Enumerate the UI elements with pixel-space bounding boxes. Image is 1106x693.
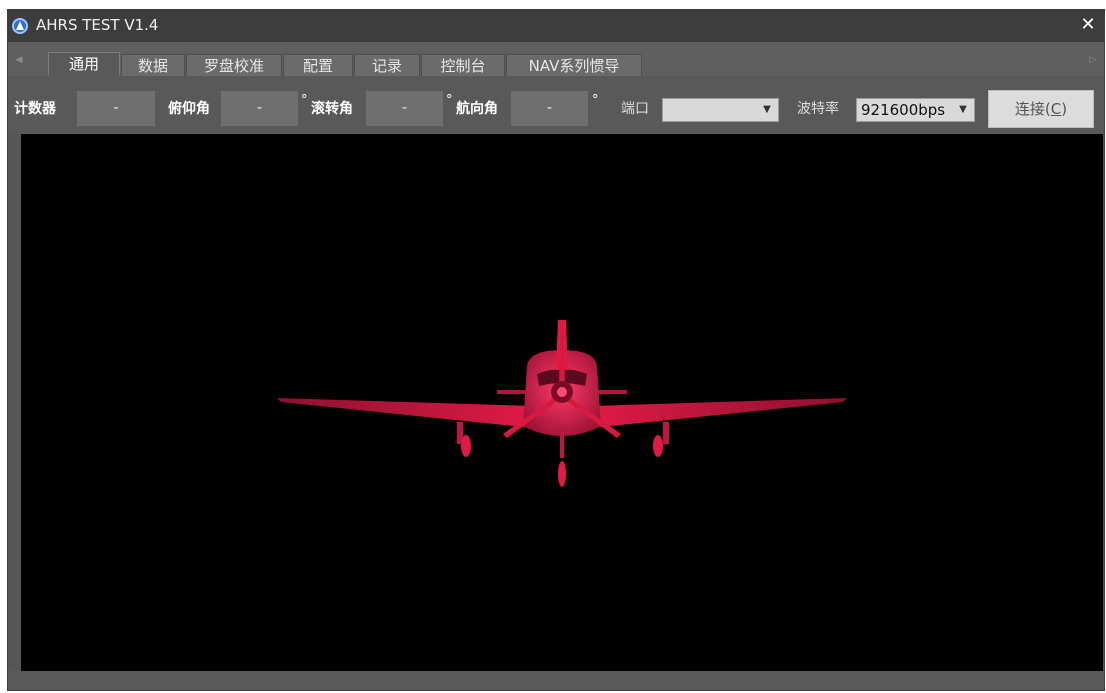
tab-scroll-left-icon[interactable]: ◀ <box>14 53 24 67</box>
connect-button[interactable]: 连接(C) <box>988 90 1094 128</box>
heading-label: 航向角 <box>456 101 498 117</box>
heading-value: - <box>511 91 588 126</box>
roll-label: 滚转角 <box>311 101 353 117</box>
close-icon[interactable]: ✕ <box>1078 13 1098 37</box>
3d-attitude-viewport[interactable] <box>21 134 1103 671</box>
roll-degree-unit: ° <box>446 93 453 108</box>
baud-label: 波特率 <box>797 101 839 117</box>
baud-select[interactable]: 921600bps ▼ <box>856 98 975 122</box>
port-select[interactable]: ▼ <box>662 98 779 122</box>
pitch-degree-unit: ° <box>301 93 308 108</box>
tab-nav-ins[interactable]: NAV系列惯导 <box>506 54 642 76</box>
pitch-label: 俯仰角 <box>168 101 210 117</box>
tab-config[interactable]: 配置 <box>283 54 353 76</box>
baud-select-value: 921600bps <box>861 101 946 119</box>
tab-general[interactable]: 通用 <box>48 52 120 76</box>
tab-record[interactable]: 记录 <box>354 54 420 76</box>
aircraft-app-icon <box>12 18 28 34</box>
aircraft-model-icon <box>277 320 847 487</box>
heading-degree-unit: ° <box>592 93 599 108</box>
tab-strip: ◀ 通用 数据 罗盘校准 配置 记录 控制台 NAV系列惯导 ▷ <box>8 42 1104 76</box>
tab-data[interactable]: 数据 <box>121 54 185 76</box>
chevron-down-icon[interactable]: ▼ <box>952 99 974 121</box>
tab-scroll-right-icon[interactable]: ▷ <box>1088 53 1098 67</box>
roll-value: - <box>366 91 443 126</box>
pitch-value: - <box>221 91 298 126</box>
app-window: AHRS TEST V1.4 ✕ ◀ 通用 数据 罗盘校准 配置 记录 控制台 … <box>8 10 1104 690</box>
chevron-down-icon[interactable]: ▼ <box>756 99 778 121</box>
port-label: 端口 <box>621 101 649 117</box>
status-bar <box>8 671 1104 690</box>
status-toolbar: 计数器 - 俯仰角 - ° 滚转角 - ° 航向角 - ° 端口 ▼ 波特率 9… <box>8 76 1104 134</box>
counter-label: 计数器 <box>14 101 56 117</box>
title-bar[interactable]: AHRS TEST V1.4 ✕ <box>8 10 1104 42</box>
tab-compass-calibration[interactable]: 罗盘校准 <box>186 54 282 76</box>
counter-value: - <box>77 91 155 126</box>
window-title: AHRS TEST V1.4 <box>36 16 159 34</box>
tab-console[interactable]: 控制台 <box>421 54 505 76</box>
